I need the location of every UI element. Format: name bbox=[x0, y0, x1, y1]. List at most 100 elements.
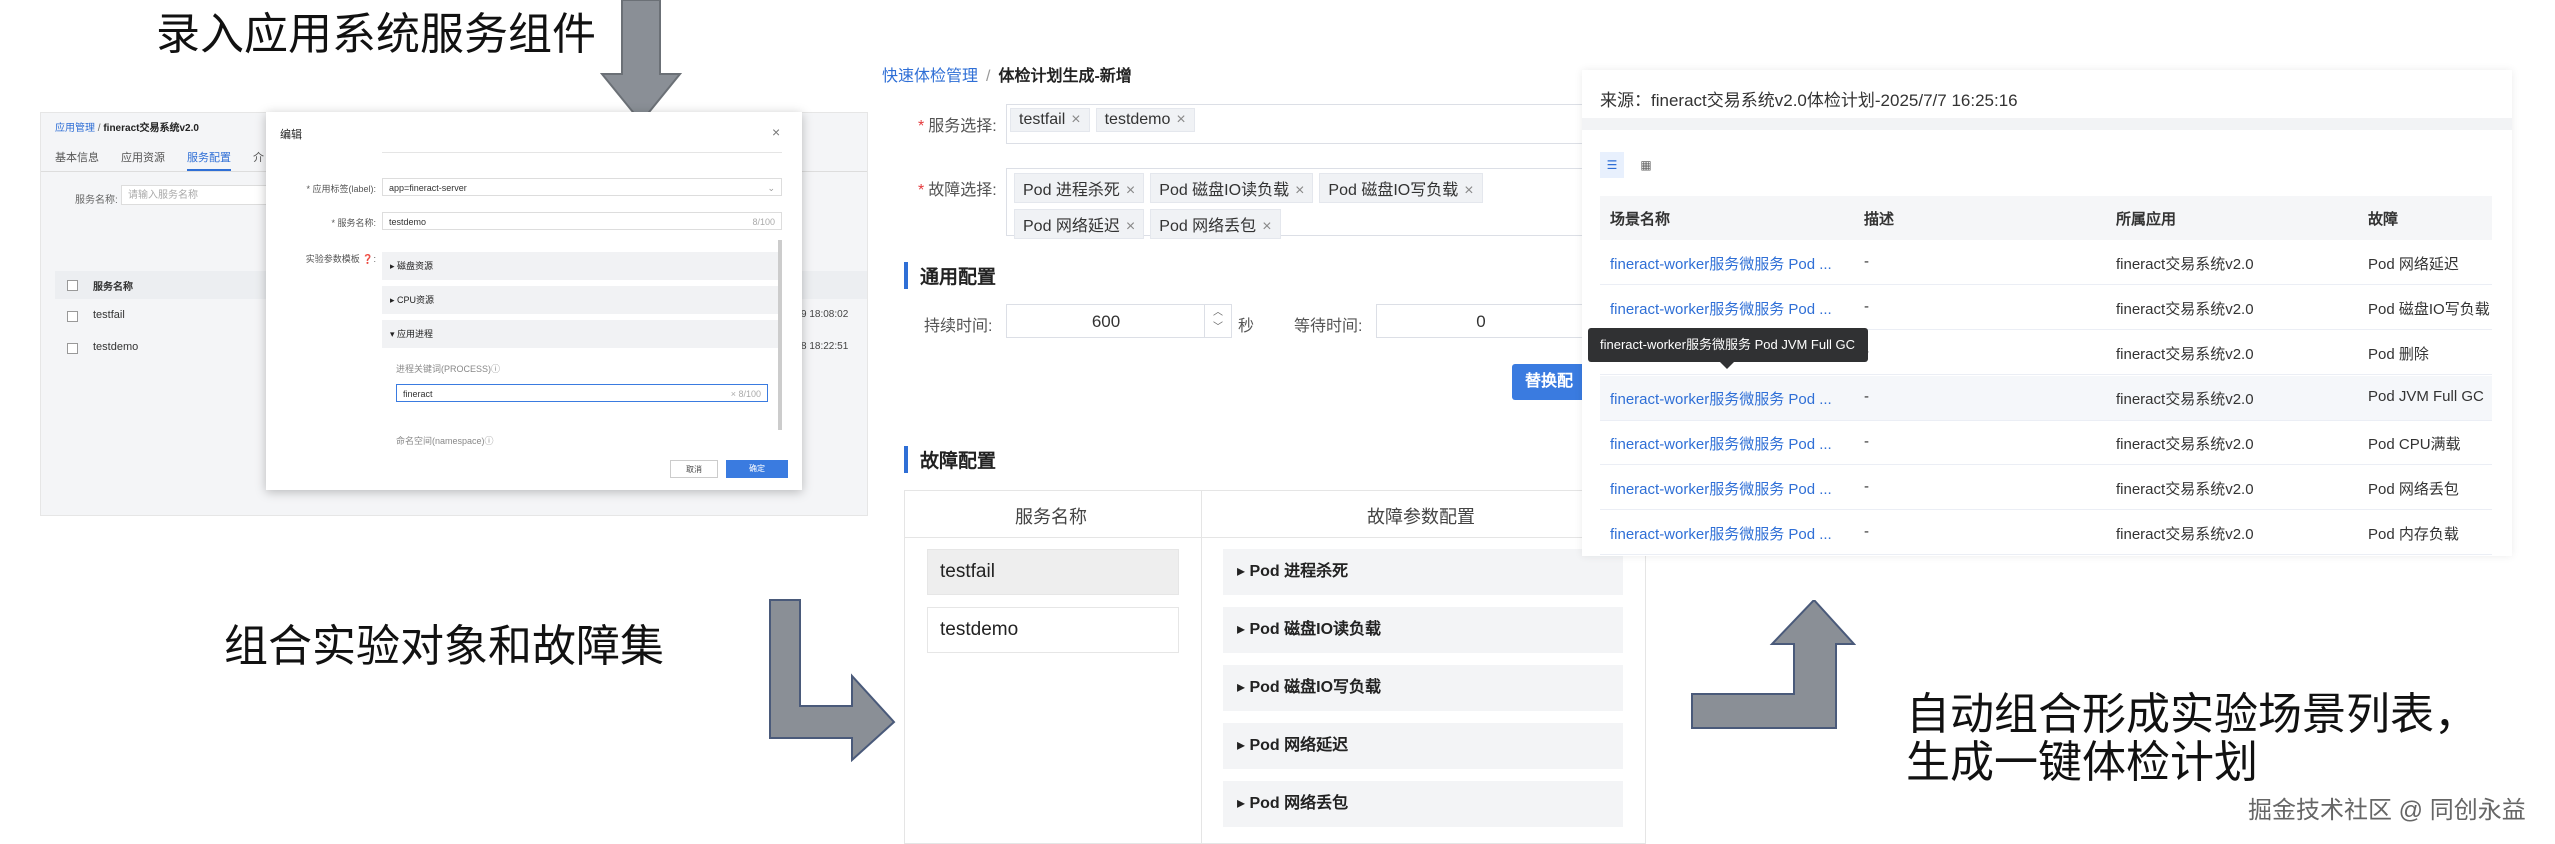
breadcrumb-current: fineract交易系统v2.0 bbox=[103, 123, 199, 134]
section-disk[interactable]: ▸ 磁盘资源 bbox=[382, 252, 782, 280]
replace-config-button[interactable]: 替换配 bbox=[1512, 364, 1586, 400]
service-select-label-text: 服务选择: bbox=[928, 118, 997, 135]
close-icon[interactable]: × bbox=[1464, 182, 1473, 199]
close-icon[interactable]: × bbox=[772, 124, 780, 140]
breadcrumb-root[interactable]: 应用管理 bbox=[55, 123, 95, 134]
table-cell: Pod 网络丢包 bbox=[2368, 481, 2459, 498]
close-icon[interactable]: × bbox=[1126, 182, 1135, 199]
confirm-button[interactable]: 确定 bbox=[726, 460, 788, 478]
duration-stepper[interactable]: ︿ ﹀ bbox=[1204, 305, 1231, 337]
table-cell: Pod 内存负载 bbox=[2368, 526, 2459, 543]
service-tag-label: testdemo bbox=[1104, 111, 1171, 128]
wait-input[interactable]: 0 bbox=[1376, 304, 1586, 338]
fault-tag-label: Pod 网络丢包 bbox=[1159, 218, 1257, 235]
fault-tag-label: Pod 网络延迟 bbox=[1023, 218, 1120, 235]
close-icon[interactable]: × bbox=[1126, 218, 1135, 235]
table-cell: Pod 网络延迟 bbox=[2368, 256, 2459, 273]
service-tag-label: testfail bbox=[1019, 111, 1066, 128]
table-cell: Pod CPU满载 bbox=[2368, 436, 2461, 453]
fault-param-item[interactable]: ▸ Pod 进程杀死 bbox=[1223, 549, 1623, 595]
row-checkbox[interactable] bbox=[67, 311, 78, 322]
fault-param-item[interactable]: ▸ Pod 磁盘IO写负载 bbox=[1223, 665, 1623, 711]
service-list-item-active[interactable]: testfail bbox=[927, 549, 1179, 595]
right-turn-arrow-icon bbox=[768, 598, 898, 762]
caption-step2: 组合实验对象和故障集 bbox=[224, 622, 664, 671]
section-process[interactable]: ▾ 应用进程 bbox=[382, 320, 782, 348]
fault-param-item[interactable]: ▸ Pod 网络丢包 bbox=[1223, 781, 1623, 827]
fault-select-input[interactable]: Pod 进程杀死 × Pod 磁盘IO读负载 × Pod 磁盘IO写负载 × Pod 网络延… bbox=[1006, 168, 1586, 239]
table-cell: - bbox=[1864, 433, 1869, 450]
fault-param-label: Pod 磁盘IO写负载 bbox=[1249, 679, 1382, 696]
caption-step1: 录入应用系统服务组件 bbox=[156, 10, 596, 59]
table-cell: Pod JVM Full GC bbox=[2368, 388, 2484, 405]
service-select-input[interactable]: testfail × testdemo × bbox=[1006, 104, 1588, 144]
process-keyword-input[interactable]: fineract × 8/100 bbox=[396, 384, 768, 402]
row-checkbox[interactable] bbox=[67, 343, 78, 354]
table-cell: fineract交易系统v2.0 bbox=[2116, 526, 2254, 543]
table-row-name: testfail bbox=[93, 309, 125, 321]
col-scenario-name: 场景名称 bbox=[1610, 211, 1671, 228]
fault-tag: Pod 进程杀死 × bbox=[1014, 173, 1145, 203]
down-arrow-icon bbox=[600, 0, 682, 124]
tab-app-resources[interactable]: 应用资源 bbox=[121, 149, 165, 171]
scenario-name-link[interactable]: fineract-worker服务微服务 Pod ... bbox=[1610, 388, 1832, 409]
scenario-name-link[interactable]: fineract-worker服务微服务 Pod ... bbox=[1610, 478, 1832, 499]
caption-step3-line2: 生成一键体检计划 bbox=[1906, 738, 2258, 787]
params-template-label: 实验参数模板 ❓: bbox=[305, 254, 376, 264]
service-list-item[interactable]: testdemo bbox=[927, 607, 1179, 653]
fault-tag-label: Pod 磁盘IO写负载 bbox=[1328, 182, 1459, 199]
fault-tag-label: Pod 进程杀死 bbox=[1023, 182, 1120, 199]
service-name-search-input[interactable]: 请输入服务名称 bbox=[121, 185, 271, 205]
modal-title: 编辑 bbox=[280, 129, 302, 141]
tab-truncated[interactable]: 介 bbox=[253, 149, 264, 171]
divider bbox=[382, 152, 782, 153]
duration-label: 持续时间: bbox=[924, 318, 993, 335]
section-cpu[interactable]: ▸ CPU资源 bbox=[382, 286, 782, 314]
breadcrumb-sep: / bbox=[97, 123, 101, 134]
scenario-name-link[interactable]: fineract-worker服务微服务 Pod ... bbox=[1610, 253, 1832, 274]
table-row-name: testdemo bbox=[93, 341, 139, 353]
app-tag-label: * 应用标签(label): bbox=[306, 184, 376, 194]
scenario-name-link[interactable]: fineract-worker服务微服务 Pod ... bbox=[1610, 298, 1832, 319]
close-icon[interactable]: × bbox=[1262, 218, 1271, 235]
close-icon[interactable]: × bbox=[1071, 111, 1080, 128]
divider bbox=[1600, 554, 2492, 555]
duration-input[interactable]: 600 ︿ ﹀ bbox=[1006, 304, 1232, 338]
scenario-name-link[interactable]: fineract-worker服务微服务 Pod ... bbox=[1610, 433, 1832, 454]
cancel-button[interactable]: 取消 bbox=[670, 460, 718, 478]
breadcrumb: 快速体检管理 / 体检计划生成-新增 bbox=[882, 62, 1132, 86]
tab-basic-info[interactable]: 基本信息 bbox=[55, 149, 99, 171]
table-cell: fineract交易系统v2.0 bbox=[2116, 346, 2254, 363]
app-tag-value: app=fineract-server bbox=[389, 183, 467, 193]
service-tag: testfail × bbox=[1010, 108, 1090, 132]
grid-view-icon[interactable]: ▦ bbox=[1634, 152, 1658, 178]
table-row-time: 8 18:22:51 bbox=[801, 341, 849, 352]
col-fault: 故障 bbox=[2368, 211, 2399, 228]
service-name-field[interactable]: testdemo 8/100 bbox=[382, 212, 782, 230]
breadcrumb-root[interactable]: 快速体检管理 bbox=[882, 68, 978, 85]
col-params-header: 故障参数配置 bbox=[1367, 507, 1475, 527]
app-tag-select[interactable]: app=fineract-server ⌄ bbox=[382, 178, 782, 196]
select-all-checkbox[interactable] bbox=[67, 280, 78, 291]
watermark: 掘金技术社区 @ 同创永益 bbox=[2248, 797, 2526, 824]
fault-param-item[interactable]: ▸ Pod 网络延迟 bbox=[1223, 723, 1623, 769]
list-view-icon[interactable]: ☰ bbox=[1600, 152, 1624, 178]
chevron-down-icon[interactable]: ﹀ bbox=[1205, 321, 1231, 335]
close-icon[interactable]: × bbox=[1176, 111, 1185, 128]
tab-service-config[interactable]: 服务配置 bbox=[187, 149, 231, 171]
scenario-name-link[interactable]: fineract-worker服务微服务 Pod ... bbox=[1610, 523, 1832, 544]
close-icon[interactable]: × bbox=[1295, 182, 1304, 199]
process-keyword-value: fineract bbox=[403, 389, 433, 399]
char-counter-value: 8/100 bbox=[738, 389, 761, 399]
scenario-name-tooltip: fineract-worker服务微服务 Pod JVM Full GC bbox=[1588, 328, 1868, 362]
table-cell: fineract交易系统v2.0 bbox=[2116, 301, 2254, 318]
breadcrumb-current: 体检计划生成-新增 bbox=[998, 68, 1132, 85]
edit-modal: 编辑 × * 应用标签(label): app=fineract-server … bbox=[266, 112, 802, 490]
chevron-up-icon[interactable]: ︿ bbox=[1205, 305, 1231, 321]
fault-param-item[interactable]: ▸ Pod 磁盘IO读负载 bbox=[1223, 607, 1623, 653]
char-counter: × 8/100 bbox=[730, 389, 761, 399]
scrollbar[interactable] bbox=[778, 240, 782, 430]
table-cell: Pod 磁盘IO写负载 bbox=[2368, 301, 2490, 318]
col-description: 描述 bbox=[1864, 211, 1895, 228]
divider bbox=[1600, 284, 2492, 285]
